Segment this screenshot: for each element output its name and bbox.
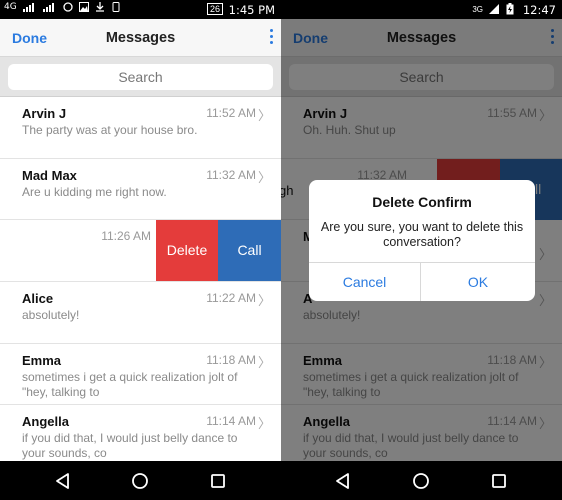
cancel-button[interactable]: Cancel	[309, 263, 421, 301]
top-navbar: Done Messages	[0, 19, 281, 57]
android-nav-bar	[0, 461, 562, 500]
message-time: 11:22 AM	[206, 291, 256, 306]
recents-icon[interactable]	[208, 471, 228, 491]
contact-name: Mad Max	[22, 167, 77, 183]
dialog-message: Are you sure, you want to delete this co…	[320, 220, 524, 249]
call-button[interactable]: Call	[218, 220, 281, 282]
chevron-right-icon: 〉	[257, 416, 271, 432]
list-item-swiped[interactable]: 11:26 AM 〉 Delete Call	[0, 220, 281, 283]
battery-icon: 26	[206, 3, 223, 15]
back-icon[interactable]	[53, 471, 73, 491]
status-icons: 3G	[472, 3, 514, 15]
page-title: Messages	[105, 30, 176, 46]
status-icons: 4G	[4, 2, 121, 12]
more-options-icon[interactable]	[268, 28, 274, 46]
status-bar: 4G 26 1:45 PM	[0, 0, 281, 19]
list-item[interactable]: Arvin J 11:52 AM 〉 The party was at your…	[0, 97, 281, 159]
message-preview: The party was at your house bro.	[22, 123, 198, 137]
phone-icon	[112, 2, 120, 12]
whatsapp-icon	[63, 2, 73, 12]
list-item[interactable]: Angella 11:14 AM 〉 if you did that, I wo…	[0, 405, 281, 461]
home-icon[interactable]	[411, 471, 431, 491]
signal-icon	[489, 4, 499, 14]
signal-icon	[42, 3, 54, 12]
message-preview: sometimes i get a quick realization jolt…	[22, 369, 238, 399]
chevron-right-icon: 〉	[257, 354, 271, 370]
dialog-buttons: Cancel OK	[309, 262, 535, 301]
message-time: 11:26 AM	[101, 229, 151, 244]
phone-left: 4G 26 1:45 PM Done Messages Search Arvin…	[0, 0, 281, 461]
battery-level: 26	[209, 4, 220, 14]
contact-name: Arvin J	[22, 106, 67, 121]
home-icon[interactable]	[130, 471, 150, 491]
search-bar-container: Search	[0, 57, 281, 97]
delete-button[interactable]: Delete	[156, 220, 218, 282]
message-time: 11:32 AM	[206, 167, 256, 182]
network-type-icon: 4G	[4, 2, 17, 12]
chevron-right-icon: 〉	[257, 293, 271, 309]
phone-right: 3G 12:47 Done Messages Search Arvin J 11…	[281, 0, 562, 461]
message-time: 11:18 AM	[206, 352, 256, 367]
chevron-right-icon: 〉	[257, 169, 271, 185]
message-list: Arvin J 11:52 AM 〉 The party was at your…	[0, 97, 281, 461]
contact-name: Angella	[22, 414, 69, 430]
recents-icon[interactable]	[489, 471, 509, 491]
back-icon[interactable]	[333, 471, 353, 491]
search-input[interactable]: Search	[8, 64, 273, 90]
signal-icon	[22, 3, 34, 12]
image-icon	[78, 2, 89, 12]
ok-button[interactable]: OK	[421, 263, 535, 301]
download-icon	[95, 2, 104, 12]
screenshot-root: 4G 26 1:45 PM Done Messages Search Arvin…	[0, 0, 562, 500]
message-time: 11:14 AM	[206, 414, 256, 429]
delete-confirm-dialog: Delete Confirm Are you sure, you want to…	[309, 180, 535, 301]
message-time: 11:52 AM	[206, 106, 256, 120]
list-item[interactable]: Emma 11:18 AM 〉 sometimes i get a quick …	[0, 343, 281, 406]
message-preview: Are u kidding me right now.	[22, 184, 167, 199]
status-icons-right: 26	[206, 3, 223, 15]
chevron-right-icon: 〉	[257, 108, 271, 123]
clock: 1:45 PM	[228, 3, 275, 17]
contact-name: Emma	[22, 352, 62, 368]
message-preview: if you did that, I would just belly danc…	[22, 431, 238, 461]
list-item[interactable]: Mad Max 11:32 AM 〉 Are u kidding me righ…	[0, 158, 281, 221]
contact-name: Alice	[22, 291, 54, 307]
battery-charging-icon	[506, 3, 514, 15]
status-bar: 3G 12:47	[281, 0, 562, 19]
dialog-title: Delete Confirm	[372, 194, 472, 210]
network-type-icon: 3G	[472, 4, 483, 14]
list-item[interactable]: Alice 11:22 AM 〉 absolutely!	[0, 282, 281, 344]
clock: 12:47	[522, 3, 556, 17]
message-preview: absolutely!	[22, 308, 80, 323]
